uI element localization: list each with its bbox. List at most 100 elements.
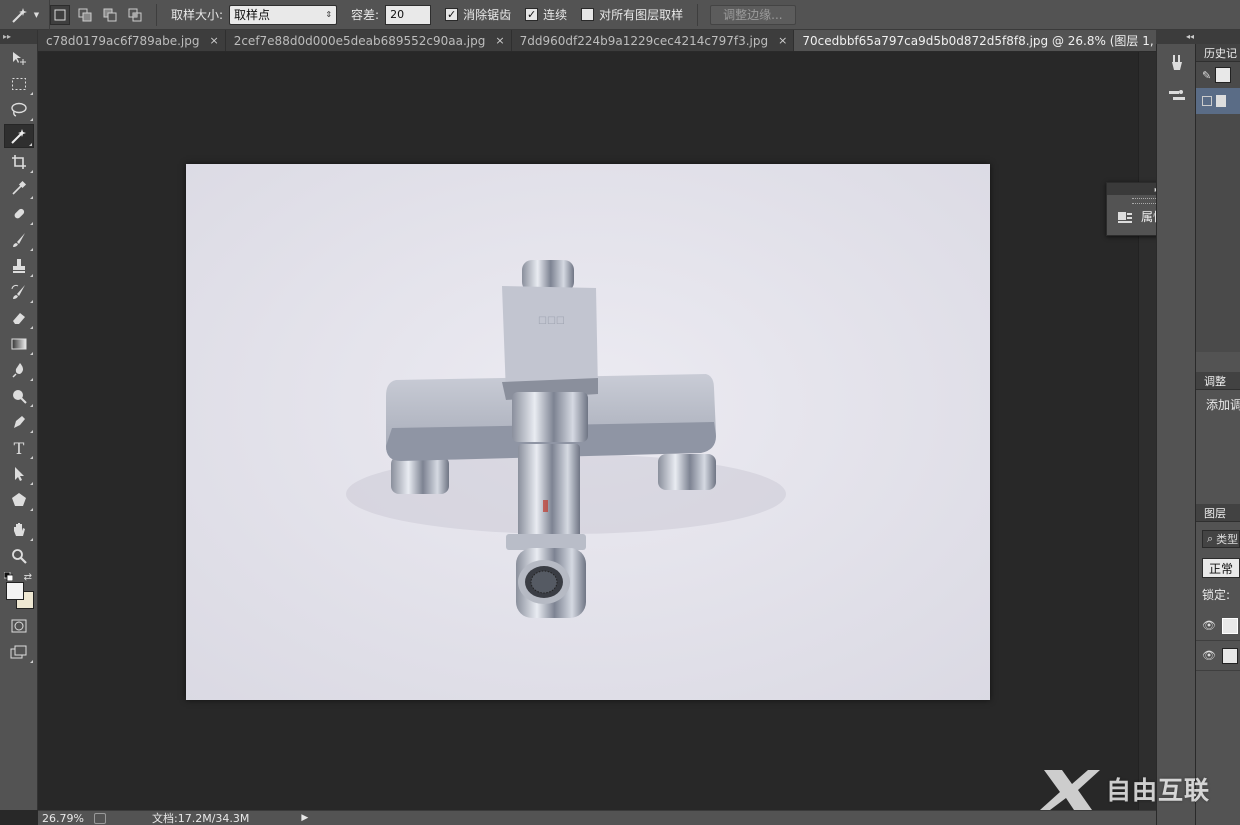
- color-swatches: ⇄: [4, 572, 34, 609]
- clone-stamp-tool-icon[interactable]: [4, 254, 34, 278]
- intersect-selection-icon: [128, 8, 142, 21]
- subtract-selection-icon: [103, 8, 117, 21]
- blend-mode-select[interactable]: 正常: [1202, 558, 1240, 578]
- tab-adjustments[interactable]: 调整: [1196, 372, 1240, 390]
- crop-tool-icon[interactable]: [4, 150, 34, 174]
- subtract-selection-button[interactable]: [100, 5, 120, 25]
- history-state-row[interactable]: [1196, 88, 1240, 114]
- default-colors-icon[interactable]: [4, 572, 13, 581]
- right-panel-dock: 历史记 ✎ 调整 添加调 图层 ⌕ 类型 正常 锁定: 👁 👁: [1196, 44, 1240, 825]
- checkmark-icon: ✓: [525, 8, 539, 21]
- layer-list: 👁 👁: [1196, 611, 1240, 671]
- snapshot-thumbnail: [1215, 67, 1232, 83]
- sample-size-label: 取样大小:: [171, 8, 224, 22]
- new-selection-icon: [54, 9, 66, 20]
- sample-size-select[interactable]: 取样点 ⇕: [229, 4, 338, 25]
- foreground-color-swatch[interactable]: [6, 582, 24, 600]
- tab-layers[interactable]: 图层: [1196, 504, 1240, 522]
- type-tool-icon[interactable]: T: [4, 436, 34, 460]
- layer-thumbnail: [1222, 617, 1238, 634]
- new-selection-button[interactable]: [50, 4, 70, 25]
- intersect-selection-button[interactable]: [125, 5, 145, 25]
- tab-label: 7dd960df224b9a1229cec4214c797f3.jpg: [519, 33, 769, 48]
- antialias-label: 消除锯齿: [463, 8, 512, 22]
- lasso-tool-icon[interactable]: [4, 98, 34, 122]
- blur-tool-icon[interactable]: [4, 358, 34, 382]
- antialias-checkbox[interactable]: ✓ 消除锯齿: [445, 6, 511, 23]
- checkbox-icon: [1202, 96, 1212, 106]
- document-tab[interactable]: 7dd960df224b9a1229cec4214c797f3.jpg ×: [511, 30, 795, 51]
- properties-icon: [1118, 211, 1132, 223]
- contiguous-checkbox[interactable]: ✓ 连续: [525, 6, 567, 23]
- add-adjustment-text: 添加调: [1206, 398, 1240, 412]
- options-bar: ▼ 取样大小: 取样点 ⇕ 容差: 20 ✓ 消除锯齿 ✓ 连续 对所有图层取样…: [0, 0, 1240, 30]
- history-brush-tool-icon[interactable]: [4, 280, 34, 304]
- tool-preset-picker[interactable]: ▼: [0, 0, 50, 30]
- document-size-info: 文档:17.2M/34.3M: [152, 812, 250, 825]
- sample-size-value: 取样点: [234, 8, 271, 22]
- add-selection-button[interactable]: [75, 5, 95, 25]
- history-panel: ✎: [1196, 62, 1240, 352]
- adjustments-panel: 调整 添加调: [1196, 372, 1240, 413]
- lock-label: 锁定:: [1202, 588, 1231, 602]
- gradient-tool-icon[interactable]: [4, 332, 34, 356]
- watermark-text: 自由互联: [1106, 776, 1211, 805]
- close-icon[interactable]: ×: [209, 34, 218, 47]
- document-info-icon[interactable]: [94, 812, 106, 824]
- layer-row[interactable]: 👁: [1196, 641, 1240, 671]
- clone-source-icon[interactable]: [1163, 82, 1191, 108]
- eye-icon[interactable]: 👁: [1202, 619, 1216, 632]
- x-logo-icon: [1040, 770, 1100, 810]
- document-tab-bar: c78d0179ac6f789abe.jpg × 2cef7e88d0d000e5…: [38, 30, 1240, 52]
- close-icon[interactable]: ×: [495, 34, 504, 47]
- watermark-logo: 自由互联: [1040, 762, 1230, 816]
- layer-row[interactable]: 👁: [1196, 611, 1240, 641]
- eyedropper-tool-icon[interactable]: [4, 176, 34, 200]
- layers-panel: 图层 ⌕ 类型 正常 锁定: 👁 👁: [1196, 504, 1240, 671]
- move-tool-icon[interactable]: [4, 46, 34, 70]
- empty-checkbox-icon: [581, 8, 595, 21]
- swap-colors-icon[interactable]: ⇄: [24, 572, 32, 583]
- svg-text:☐☐☐: ☐☐☐: [538, 316, 565, 327]
- tab-history[interactable]: 历史记: [1196, 44, 1240, 62]
- dodge-tool-icon[interactable]: [4, 384, 34, 408]
- tab-label: c78d0179ac6f789abe.jpg: [46, 33, 200, 48]
- close-icon[interactable]: ×: [778, 34, 787, 47]
- marquee-tool-icon[interactable]: [4, 72, 34, 96]
- layer-filter-select[interactable]: ⌕ 类型: [1202, 530, 1240, 548]
- refine-edge-button[interactable]: 调整边缘...: [710, 4, 796, 25]
- canvas-area[interactable]: ☐☐☐: [38, 52, 1138, 810]
- history-snapshot-row[interactable]: ✎: [1196, 62, 1240, 88]
- status-menu-arrow-icon[interactable]: ▶: [301, 813, 308, 823]
- document-canvas-image[interactable]: ☐☐☐: [186, 164, 990, 700]
- faucet-photo: ☐☐☐: [186, 164, 990, 700]
- brush-tool-icon[interactable]: [4, 228, 34, 252]
- tab-label: 70cedbbf65a797ca9d5b0d872d5f8f8.jpg @ 26…: [802, 34, 1216, 48]
- quick-mask-icon[interactable]: [4, 614, 34, 638]
- right-panel-collapse[interactable]: ◂◂: [1156, 30, 1240, 44]
- document-tab[interactable]: c78d0179ac6f789abe.jpg ×: [38, 30, 226, 51]
- healing-brush-tool-icon[interactable]: [4, 202, 34, 226]
- checkmark-icon: ✓: [445, 8, 459, 21]
- hand-tool-icon[interactable]: [4, 518, 34, 542]
- magic-wand-preset-icon: [12, 7, 27, 23]
- pen-tool-icon[interactable]: [4, 410, 34, 434]
- path-selection-tool-icon[interactable]: [4, 462, 34, 486]
- brush-presets-icon[interactable]: [1163, 50, 1191, 76]
- tolerance-input[interactable]: 20: [385, 4, 432, 25]
- screen-mode-icon[interactable]: [4, 640, 34, 664]
- document-tab[interactable]: 2cef7e88d0d000e5deab689552c90aa.jpg ×: [225, 30, 512, 51]
- magic-wand-tool-icon[interactable]: [4, 124, 34, 148]
- contiguous-label: 连续: [543, 8, 568, 22]
- zoom-level[interactable]: 26.79%: [38, 812, 88, 825]
- zoom-tool-icon[interactable]: [4, 544, 34, 568]
- collapse-toolbar-icon[interactable]: ▸▸: [0, 30, 37, 44]
- tolerance-label: 容差:: [351, 8, 380, 22]
- eye-icon[interactable]: 👁: [1202, 649, 1216, 662]
- tab-label: 2cef7e88d0d000e5deab689552c90aa.jpg: [233, 33, 486, 48]
- status-bar: 26.79% 文档:17.2M/34.3M ▶: [38, 810, 1156, 825]
- vertical-scrollbar[interactable]: [1138, 52, 1156, 810]
- shape-tool-icon[interactable]: [4, 488, 34, 512]
- sample-all-layers-checkbox[interactable]: 对所有图层取样: [581, 6, 683, 23]
- eraser-tool-icon[interactable]: [4, 306, 34, 330]
